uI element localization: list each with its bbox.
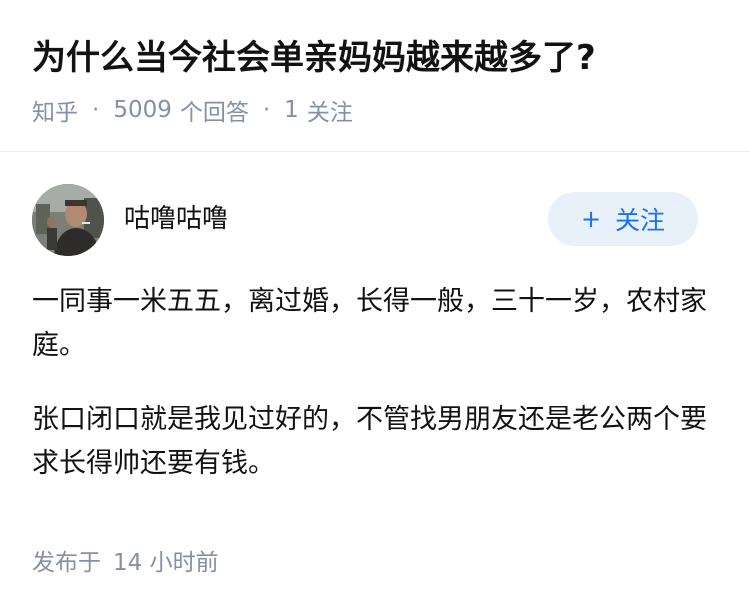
answer-count-label: 个回答	[179, 100, 249, 126]
publish-time: 发布于 14 小时前	[32, 545, 219, 581]
answer-page: 为什么当今社会单亲妈妈越来越多了? 知乎 · 5009 个回答 · 1 关注 咕…	[0, 0, 750, 614]
publish-label: 发布于	[32, 550, 101, 576]
follow-button-label: 关注	[615, 206, 666, 235]
follow-button[interactable]: + 关注	[548, 192, 698, 246]
avatar[interactable]	[32, 184, 104, 256]
plus-icon: +	[580, 205, 602, 233]
answer-paragraph: 张口闭口就是我见过好的，不管找男朋友还是老公两个要求长得帅还要有钱。	[32, 404, 707, 479]
author-name[interactable]: 咕噜咕噜	[124, 202, 228, 236]
follow-count-label: 关注	[306, 100, 353, 126]
question-meta: 知乎 · 5009 个回答 · 1 关注	[32, 92, 353, 128]
answer-paragraph: 一同事一米五五，离过婚，长得一般，三十一岁，农村家庭。	[32, 286, 707, 361]
answer-content: 一同事一米五五，离过婚，长得一般，三十一岁，农村家庭。 张口闭口就是我见过好的，…	[32, 280, 722, 516]
question-title[interactable]: 为什么当今社会单亲妈妈越来越多了?	[32, 34, 596, 82]
publish-time-value: 14 小时前	[113, 550, 219, 576]
source-label[interactable]: 知乎	[32, 93, 78, 127]
avatar-photo-icon	[32, 184, 104, 256]
follow-count: 1	[284, 97, 299, 123]
answer-count: 5009	[113, 97, 172, 123]
meta-separator: ·	[92, 97, 100, 123]
question-header: 为什么当今社会单亲妈妈越来越多了? 知乎 · 5009 个回答 · 1 关注	[0, 0, 750, 151]
meta-separator: ·	[262, 97, 271, 123]
author-row: 咕噜咕噜 + 关注	[0, 152, 750, 262]
